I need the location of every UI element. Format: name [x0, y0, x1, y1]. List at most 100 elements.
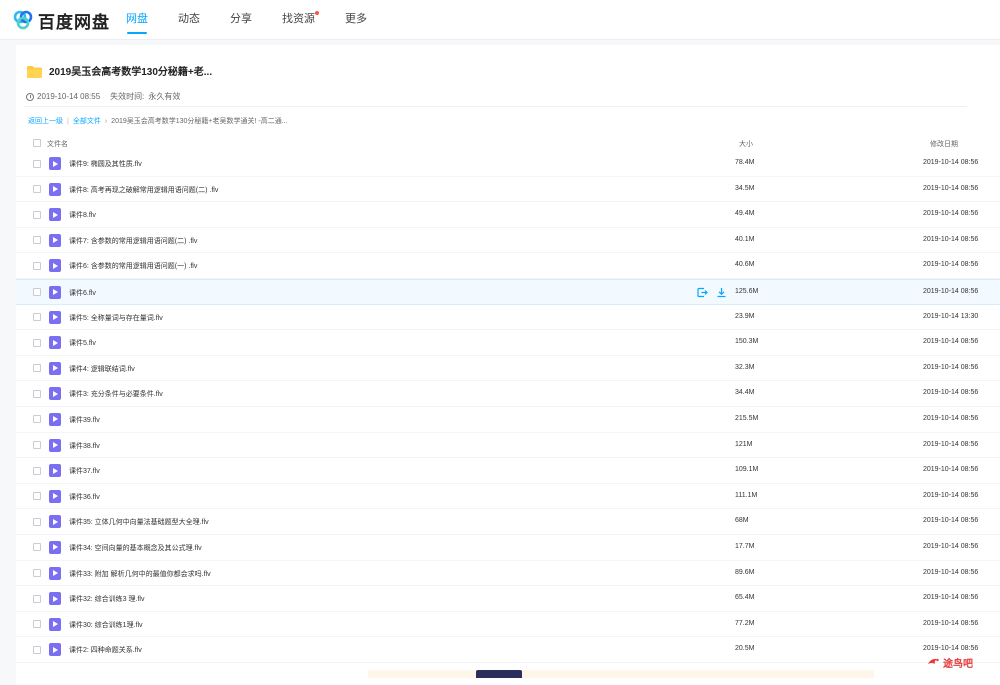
file-name[interactable]: 课件4: 逻辑联结词.flv [69, 364, 135, 374]
video-file-icon [49, 540, 61, 554]
nav-item-more[interactable]: 更多 [345, 0, 367, 40]
video-file-icon [49, 310, 61, 324]
table-row[interactable]: 课件37.flv 109.1M 2019-10-14 08:56 [16, 458, 1000, 484]
file-name[interactable]: 课件6: 含参数的常用逻辑用语问题(一) .flv [69, 261, 197, 271]
table-row[interactable]: 课件30: 综合训练1理.flv 77.2M 2019-10-14 08:56 [16, 612, 1000, 638]
row-checkbox[interactable] [33, 210, 41, 219]
expire-value: 永久有效 [148, 92, 181, 101]
column-header-size[interactable]: 大小 [739, 139, 753, 149]
baidu-netdisk-logo[interactable]: 百度网盘 [12, 9, 110, 32]
column-header-name[interactable]: 文件名 [47, 139, 68, 149]
share-header: 2019吴玉会高考数学130分秘籍+老... [27, 63, 212, 78]
file-name[interactable]: 课件38.flv [69, 441, 100, 451]
site-watermark: 途鸟吧 [927, 655, 973, 670]
video-file-icon [49, 182, 61, 196]
table-row[interactable]: 课件36.flv 111.1M 2019-10-14 08:56 [16, 484, 1000, 510]
file-size: 78.4M [735, 159, 755, 166]
row-checkbox[interactable] [33, 313, 41, 322]
row-checkbox[interactable] [33, 185, 41, 194]
row-checkbox[interactable] [33, 288, 41, 297]
file-name[interactable]: 课件32: 综合训练3 理.flv [69, 594, 144, 604]
file-date: 2019-10-14 08:56 [923, 594, 979, 602]
table-row[interactable]: 课件38.flv 121M 2019-10-14 08:56 [16, 433, 1000, 459]
table-row[interactable]: 课件35: 立体几何中向量法基础题型大全理.flv 68M 2019-10-14 0… [16, 509, 1000, 535]
table-row[interactable]: 课件3: 充分条件与必要条件.flv 34.4M 2019-10-14 08:56 [16, 381, 1000, 407]
row-checkbox[interactable] [33, 159, 41, 168]
file-size: 121M [735, 440, 753, 448]
row-checkbox[interactable] [33, 466, 41, 475]
file-name[interactable]: 课件5.flv [69, 338, 96, 348]
file-date: 2019-10-14 13:30 [923, 312, 979, 320]
table-row[interactable]: 课件33: 附加 解析几何中的最值你都会求吗.flv 89.6M 2019-10-1… [16, 561, 1000, 587]
file-name[interactable]: 课件36.flv [69, 492, 100, 502]
file-date: 2019-10-14 08:56 [923, 542, 979, 550]
row-checkbox[interactable] [33, 415, 41, 424]
row-checkbox[interactable] [33, 364, 41, 373]
nav-item-find-resources[interactable]: 找资源 [282, 0, 319, 40]
table-row[interactable]: 课件39.flv 215.5M 2019-10-14 08:56 [16, 407, 1000, 433]
file-name[interactable]: 课件5: 全称量词与存在量词.flv [69, 313, 163, 323]
row-checkbox[interactable] [33, 517, 41, 526]
nav-item-netdisk[interactable]: 网盘 [126, 0, 148, 40]
file-name[interactable]: 课件35: 立体几何中向量法基础题型大全理.flv [69, 517, 209, 527]
table-row[interactable]: 课件4: 逻辑联结词.flv 32.3M 2019-10-14 08:56 [16, 356, 1000, 382]
save-to-netdisk-icon[interactable] [697, 287, 708, 298]
table-row[interactable]: 课件34: 空间向量的基本概念及其公式理.flv 17.7M 2019-10-14 … [16, 535, 1000, 561]
video-file-icon [49, 438, 61, 452]
file-name[interactable]: 课件9: 椭圆及其性质.flv [69, 159, 142, 169]
file-name[interactable]: 课件8: 高考再现之破解常用逻辑用语问题(二) .flv [69, 185, 218, 195]
table-row[interactable]: 课件6.flv 125.6M 2019-10-14 08:56 [16, 278, 1000, 305]
nav-item-share[interactable]: 分享 [230, 0, 252, 40]
cloud-logo-icon [13, 10, 33, 30]
file-name[interactable]: 课件3: 充分条件与必要条件.flv [69, 389, 163, 399]
file-date: 2019-10-14 08:56 [923, 210, 979, 218]
file-name[interactable]: 课件34: 空间向量的基本概念及其公式理.flv [69, 543, 202, 553]
table-row[interactable]: 课件7: 含参数的常用逻辑用语问题(二) .flv 40.1M 2019-10-14… [16, 228, 1000, 254]
table-row[interactable]: 课件9: 椭圆及其性质.flv 78.4M 2019-10-14 08:56 [16, 151, 1000, 177]
table-row[interactable]: 课件6: 含参数的常用逻辑用语问题(一) .flv 40.6M 2019-10-14… [16, 253, 1000, 279]
row-checkbox[interactable] [33, 645, 41, 654]
file-date: 2019-10-14 08:56 [923, 261, 979, 269]
file-name[interactable]: 课件8.flv [69, 210, 96, 220]
video-file-icon [49, 566, 61, 580]
file-name[interactable]: 课件30: 综合训练1理.flv [69, 620, 143, 630]
column-header-date[interactable]: 修改日期 [930, 139, 958, 149]
table-row[interactable]: 课件8.flv 49.4M 2019-10-14 08:56 [16, 202, 1000, 228]
table-row[interactable]: 课件5: 全称量词与存在量词.flv 23.9M 2019-10-14 13:30 [16, 305, 1000, 331]
video-file-icon [49, 157, 61, 170]
row-checkbox[interactable] [33, 261, 41, 270]
breadcrumb-back-link[interactable]: 返回上一级 [28, 116, 63, 126]
top-bar: 百度网盘 网盘 动态 分享 找资源 更多 [0, 0, 1000, 40]
table-row[interactable]: 课件32: 综合训练3 理.flv 65.4M 2019-10-14 08:56 [16, 586, 1000, 612]
table-row[interactable]: 课件2: 四种命题关系.flv 20.5M 2019-10-14 08:56 [16, 637, 1000, 663]
row-checkbox[interactable] [33, 620, 41, 629]
notification-dot [315, 11, 319, 15]
row-checkbox[interactable] [33, 441, 41, 450]
nav-item-activity[interactable]: 动态 [178, 0, 200, 40]
file-name[interactable]: 课件7: 含参数的常用逻辑用语问题(二) .flv [69, 236, 197, 246]
file-name[interactable]: 课件2: 四种命题关系.flv [69, 645, 142, 655]
row-checkbox[interactable] [33, 389, 41, 398]
file-size: 49.4M [735, 210, 755, 218]
row-checkbox[interactable] [33, 236, 41, 245]
row-checkbox[interactable] [33, 569, 41, 577]
row-checkbox[interactable] [33, 338, 41, 347]
row-checkbox[interactable] [33, 594, 41, 603]
row-checkbox[interactable] [33, 543, 41, 552]
file-date: 2019-10-14 08:56 [923, 517, 979, 525]
file-date: 2019-10-14 08:56 [923, 363, 979, 371]
share-panel: 2019吴玉会高考数学130分秘籍+老... 2019-10-14 08:55 … [16, 45, 1000, 685]
breadcrumb-arrow-icon: › [104, 117, 108, 125]
breadcrumb-all-files-link[interactable]: 全部文件 [73, 116, 101, 126]
file-name[interactable]: 课件6.flv [69, 288, 96, 298]
file-size: 150.3M [735, 338, 759, 346]
download-icon[interactable] [716, 287, 727, 298]
file-name[interactable]: 课件33: 附加 解析几何中的最值你都会求吗.flv [69, 569, 211, 579]
table-row[interactable]: 课件5.flv 150.3M 2019-10-14 08:56 [16, 330, 1000, 356]
bottom-ad-banner[interactable] [368, 670, 874, 678]
row-checkbox[interactable] [33, 492, 41, 501]
table-row[interactable]: 课件8: 高考再现之破解常用逻辑用语问题(二) .flv 34.5M 2019-10… [16, 177, 1000, 203]
select-all-checkbox[interactable] [33, 139, 41, 147]
file-name[interactable]: 课件39.flv [69, 415, 100, 425]
file-name[interactable]: 课件37.flv [69, 466, 100, 476]
